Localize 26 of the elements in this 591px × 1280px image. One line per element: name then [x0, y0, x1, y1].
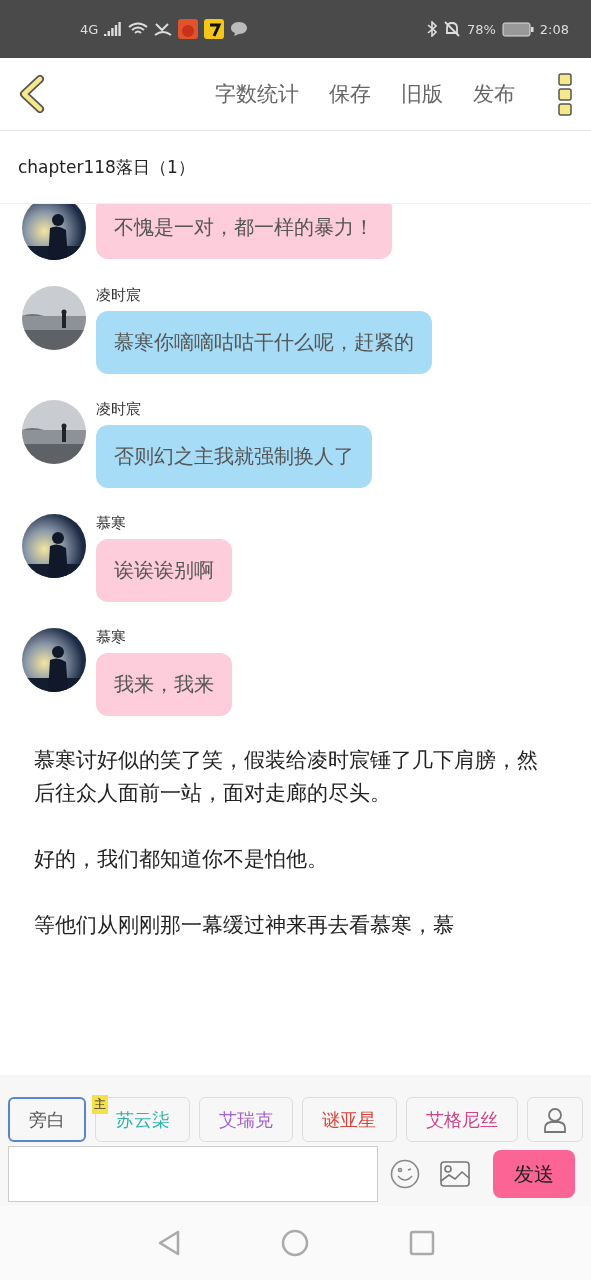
story-paragraph: 等他们从刚刚那一幕缓过神来再去看慕寒，慕	[34, 912, 455, 939]
message-bubble: 否则幻之主我就强制换人了	[96, 425, 372, 488]
sender-name: 慕寒	[96, 514, 127, 533]
message-bubble: 慕寒你嘀嘀咕咕干什么呢，赶紧的	[96, 311, 432, 374]
clock-time: 2:08	[539, 21, 569, 37]
character-chip[interactable]: 艾格尼丝	[405, 1097, 519, 1142]
sender-name: 凌时宸	[96, 400, 142, 419]
network-label: 4G	[80, 21, 99, 37]
toolbar-action[interactable]: 保存	[329, 80, 371, 108]
message-bubble: 诶诶诶别啊	[96, 539, 232, 602]
character-chip[interactable]: 主 苏云柒	[95, 1097, 190, 1142]
toolbar-action[interactable]: 旧版	[401, 80, 443, 108]
main-badge: 主	[92, 1095, 109, 1114]
toolbar-action[interactable]: 发布	[473, 80, 515, 108]
sender-name: 凌时宸	[96, 286, 142, 305]
message-bubble: 我来，我来	[96, 653, 232, 716]
sender-name: 慕寒	[96, 628, 127, 647]
toolbar-action[interactable]: 字数统计	[215, 80, 299, 108]
story-paragraph: 慕寒讨好似的笑了笑，假装给凌时宸锤了几下肩膀，然后往众人面前一站，面对走廊的尽头。	[34, 747, 539, 807]
character-chip[interactable]: 谜亚星	[302, 1097, 397, 1142]
story-paragraph: 好的，我们都知道你不是怕他。	[34, 846, 329, 873]
character-chip[interactable]: 艾瑞克	[198, 1097, 294, 1142]
character-chip[interactable]: 旁白	[8, 1097, 87, 1142]
send-button[interactable]: 发送	[493, 1150, 575, 1198]
message-bubble: 不愧是一对，都一样的暴力！	[96, 204, 392, 259]
battery-percent: 78%	[466, 21, 496, 37]
